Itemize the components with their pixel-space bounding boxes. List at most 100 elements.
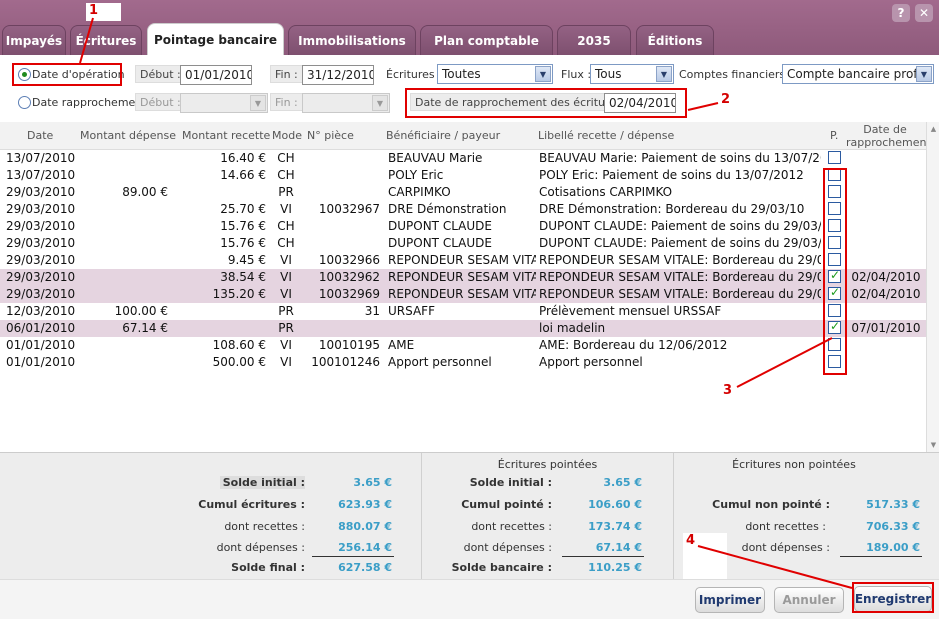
annuler-button[interactable]: Annuler: [774, 587, 844, 613]
pointees-depenses-value: 67.14 €: [595, 541, 642, 554]
table-row[interactable]: 13/07/2010 16.40 € CH BEAUVAU Marie BEAUVAU …: [0, 150, 926, 167]
table-row[interactable]: 12/03/2010 100.00 € PR 31 URSAFF Prélèvement …: [0, 303, 926, 320]
comptes-label: Comptes financiers :: [679, 68, 793, 81]
tab-immobilisations[interactable]: Immobilisations: [288, 25, 416, 56]
pointees-solde-initial-value: 3.65 €: [603, 476, 642, 489]
cell-recette: 14.66 €: [220, 168, 266, 182]
debut-input[interactable]: 01/01/2010: [180, 65, 252, 85]
comptes-select[interactable]: Compte bancaire profe: ▼: [782, 64, 934, 84]
annotation-box-3: [823, 168, 847, 375]
summary-separator: [421, 453, 422, 579]
cell-libelle: REPONDEUR SESAM VITALE: Bordereau du 29/…: [539, 287, 821, 301]
date-rapprochement-radio[interactable]: [18, 96, 31, 109]
annotation-number-3: 3: [720, 383, 760, 429]
table-row[interactable]: 29/03/2010 135.20 € VI 10032969 REPONDEUR SE…: [0, 285, 926, 303]
ecritures-select-value: Toutes: [442, 67, 481, 81]
table-row[interactable]: 01/01/2010 500.00 € VI 100101246 Apport pers…: [0, 354, 926, 371]
cell-date: 29/03/2010: [6, 270, 76, 284]
total-underline: [562, 556, 644, 557]
pointees-solde-initial-label: Solde initial :: [469, 476, 552, 489]
table-row[interactable]: 13/07/2010 14.66 € CH POLY Eric POLY Eric: P…: [0, 167, 926, 184]
pointe-checkbox[interactable]: [828, 151, 841, 164]
table-row[interactable]: 29/03/2010 15.76 € CH DUPONT CLAUDE DUPONT C…: [0, 235, 926, 252]
col-date-rapprochement-line1: Date de: [863, 123, 907, 136]
total-underline: [840, 556, 922, 557]
cell-mode: PR: [278, 185, 294, 199]
summary-panel: Solde initial : 3.65 € Cumul écritures :…: [0, 452, 939, 579]
cell-recette: 135.20 €: [212, 287, 266, 301]
cell-piece: 10010195: [318, 338, 380, 352]
cell-libelle: AME: Bordereau du 12/06/2012: [539, 338, 728, 352]
debut-rappro-select[interactable]: ▼: [180, 93, 268, 113]
cell-recette: 38.54 €: [220, 270, 266, 284]
fin-rappro-select[interactable]: ▼: [302, 93, 390, 113]
col-piece[interactable]: N° pièce: [307, 129, 354, 142]
col-date[interactable]: Date: [27, 129, 53, 142]
cell-depense: 100.00 €: [114, 304, 168, 318]
table-scrollbar[interactable]: ▲ ▼: [926, 122, 939, 452]
operations-table: Date Montant dépense Montant recette Mod…: [0, 122, 931, 452]
non-pointees-recettes-label: dont recettes :: [745, 520, 826, 533]
scroll-up-icon[interactable]: ▲: [928, 123, 939, 135]
table-row[interactable]: 06/01/2010 67.14 € PR loi madelin 07/01/2010: [0, 319, 926, 337]
table-row[interactable]: 29/03/2010 25.70 € VI 10032967 DRE Démonstra…: [0, 201, 926, 218]
cell-recette: 500.00 €: [212, 355, 266, 369]
cell-date: 29/03/2010: [6, 253, 76, 267]
cell-libelle: Apport personnel: [539, 355, 643, 369]
table-row[interactable]: 29/03/2010 9.45 € VI 10032966 REPONDEUR SESA…: [0, 252, 926, 269]
cell-beneficiaire: REPONDEUR SESAM VITA: [388, 253, 536, 267]
table-row[interactable]: 29/03/2010 15.76 € CH DUPONT CLAUDE DUPONT C…: [0, 218, 926, 235]
col-date-rapprochement-line2: rapprochement: [846, 136, 931, 149]
ecritures-select[interactable]: Toutes ▼: [437, 64, 553, 84]
cell-mode: VI: [280, 270, 292, 284]
flux-select[interactable]: Tous ▼: [590, 64, 674, 84]
cell-mode: CH: [277, 219, 295, 233]
help-button[interactable]: ?: [892, 4, 910, 22]
col-mode[interactable]: Mode: [272, 129, 302, 142]
cell-piece: 10032962: [318, 270, 380, 284]
col-libelle[interactable]: Libellé recette / dépense: [538, 129, 674, 142]
cumul-ecritures-value: 623.93 €: [338, 498, 392, 511]
col-date-rapprochement[interactable]: Date de rapprochement: [846, 123, 931, 149]
cell-libelle: POLY Eric: Paiement de soins du 13/07/20…: [539, 168, 804, 182]
table-row[interactable]: 29/03/2010 38.54 € VI 10032962 REPONDEUR SES…: [0, 268, 926, 286]
cell-piece: 10032967: [318, 202, 380, 216]
cell-mode: VI: [280, 253, 292, 267]
tab-editions[interactable]: Éditions: [636, 25, 714, 56]
fin-input[interactable]: 31/12/2010: [302, 65, 374, 85]
table-row[interactable]: 29/03/2010 89.00 € PR CARPIMKO Cotisations C…: [0, 184, 926, 201]
col-montant-depense[interactable]: Montant dépense: [80, 129, 176, 142]
annotation-box-1: [12, 63, 122, 86]
cell-mode: PR: [278, 321, 294, 335]
tab-2035[interactable]: 2035: [557, 25, 631, 56]
col-montant-recette[interactable]: Montant recette: [182, 129, 270, 142]
cell-date-rappro: 02/04/2010: [851, 287, 921, 301]
col-pointe[interactable]: P.: [830, 129, 838, 142]
debut-label: Début :: [135, 65, 186, 83]
cell-beneficiaire: Apport personnel: [388, 355, 492, 369]
cell-beneficiaire: CARPIMKO: [388, 185, 451, 199]
tab-plan-comptable[interactable]: Plan comptable: [420, 25, 553, 56]
scroll-down-icon[interactable]: ▼: [928, 439, 939, 451]
cell-beneficiaire: DRE Démonstration: [388, 202, 507, 216]
tab-ecritures[interactable]: Écritures: [70, 25, 142, 56]
tab-pointage-bancaire[interactable]: Pointage bancaire: [147, 23, 284, 56]
chevron-down-icon: ▼: [250, 95, 266, 111]
total-underline: [312, 556, 394, 557]
solde-bancaire-label: Solde bancaire :: [451, 561, 552, 574]
cell-mode: CH: [277, 151, 295, 165]
col-beneficiaire[interactable]: Bénéficiaire / payeur: [386, 129, 500, 142]
cell-mode: VI: [280, 355, 292, 369]
cell-libelle: Prélèvement mensuel URSSAF: [539, 304, 722, 318]
imprimer-button[interactable]: Imprimer: [695, 587, 765, 613]
solde-initial-value: 3.65 €: [353, 476, 392, 489]
cell-beneficiaire: DUPONT CLAUDE: [388, 236, 492, 250]
chevron-down-icon: ▼: [916, 66, 932, 82]
close-button[interactable]: ✕: [915, 4, 933, 22]
tab-impayes[interactable]: Impayés: [2, 25, 66, 56]
cell-recette: 108.60 €: [212, 338, 266, 352]
solde-final-value: 627.58 €: [338, 561, 392, 574]
table-row[interactable]: 01/01/2010 108.60 € VI 10010195 AME AME: Bord…: [0, 337, 926, 354]
cell-date: 29/03/2010: [6, 185, 76, 199]
ecritures-pointees-title: Écritures pointées: [497, 458, 598, 471]
